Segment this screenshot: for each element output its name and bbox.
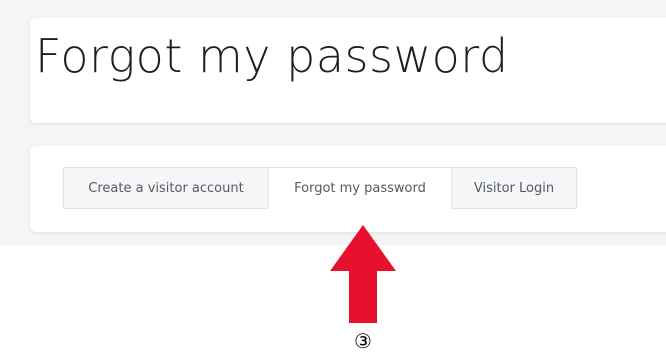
tab-bar: Create a visitor account Forgot my passw… (63, 167, 577, 209)
tab-visitor-login[interactable]: Visitor Login (451, 167, 577, 209)
page-title: Forgot my password (35, 29, 509, 83)
tabs-card: Create a visitor account Forgot my passw… (30, 146, 666, 232)
step-number-marker: ③ (354, 329, 372, 353)
arrow-up-shape (330, 225, 396, 323)
tab-create-visitor-account[interactable]: Create a visitor account (63, 167, 269, 209)
arrow-up-icon (330, 225, 396, 323)
tab-forgot-my-password[interactable]: Forgot my password (268, 167, 452, 209)
